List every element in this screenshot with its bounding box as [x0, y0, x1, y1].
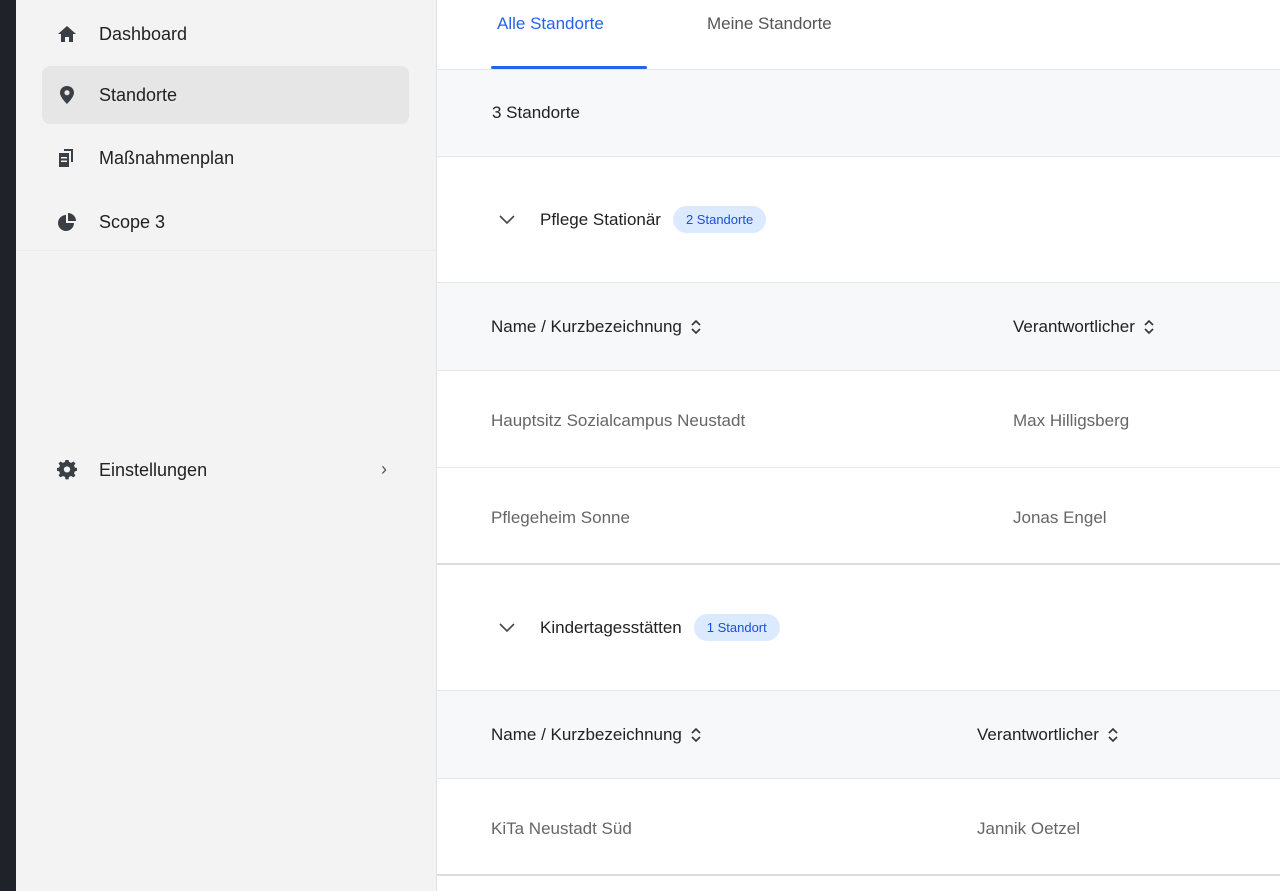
sort-icon[interactable] — [690, 319, 702, 335]
location-name: Hauptsitz Sozialcampus Neustadt — [491, 411, 746, 430]
sidebar: Dashboard Standorte Maßnahmenplan Scope … — [16, 0, 436, 891]
table-row[interactable]: Pflegeheim Sonne Jonas Engel — [437, 468, 1280, 565]
pie-chart-icon — [57, 212, 77, 232]
main-content: Alle Standorte Meine Standorte 3 Standor… — [436, 0, 1280, 891]
chevron-right-icon: › — [381, 459, 387, 479]
home-icon — [57, 24, 77, 44]
location-owner: Max Hilligsberg — [1013, 411, 1130, 430]
location-owner: Jonas Engel — [1013, 508, 1107, 527]
location-name: Pflegeheim Sonne — [491, 508, 630, 527]
sidebar-item-label: Dashboard — [99, 23, 188, 44]
column-header-name[interactable]: Name / Kurzbezeichnung — [491, 317, 702, 337]
chevron-down-icon[interactable] — [499, 214, 515, 225]
column-header-label: Verantwortlicher — [977, 725, 1099, 744]
map-pin-icon — [57, 85, 77, 105]
sidebar-item-standorte[interactable]: Standorte — [42, 66, 409, 124]
location-count: 3 Standorte — [437, 70, 1280, 157]
sidebar-item-einstellungen[interactable]: Einstellungen › — [42, 441, 409, 499]
sort-icon[interactable] — [1143, 319, 1155, 335]
group-count-badge: 1 Standort — [693, 614, 780, 641]
group-count-badge: 2 Standorte — [672, 206, 767, 233]
location-count-label: 3 Standorte — [492, 103, 580, 122]
documents-icon — [57, 148, 77, 168]
chevron-down-icon[interactable] — [499, 622, 515, 633]
sidebar-item-scope-3[interactable]: Scope 3 — [42, 193, 409, 251]
column-header-label: Verantwortlicher — [1013, 317, 1135, 336]
table-row[interactable]: Hauptsitz Sozialcampus Neustadt Max Hill… — [437, 371, 1280, 468]
sort-icon[interactable] — [690, 727, 702, 743]
gear-icon — [57, 460, 77, 480]
sidebar-item-label: Scope 3 — [99, 211, 166, 232]
column-header-label: Name / Kurzbezeichnung — [491, 725, 682, 744]
tab-meine-standorte[interactable]: Meine Standorte — [707, 14, 832, 34]
sidebar-item-label: Maßnahmenplan — [99, 147, 235, 168]
location-name: KiTa Neustadt Süd — [491, 819, 632, 838]
group-title: Pflege Stationär — [540, 209, 661, 229]
table-header: Name / Kurzbezeichnung Verantwortlicher — [437, 691, 1280, 779]
table-row[interactable]: KiTa Neustadt Süd Jannik Oetzel — [437, 779, 1280, 876]
sidebar-item-massnahmenplan[interactable]: Maßnahmenplan — [42, 129, 409, 187]
sidebar-item-label: Standorte — [99, 84, 178, 105]
column-header-owner[interactable]: Verantwortlicher — [1013, 317, 1155, 337]
tab-bar: Alle Standorte Meine Standorte — [437, 0, 1280, 70]
table-header: Name / Kurzbezeichnung Verantwortlicher — [437, 283, 1280, 371]
column-header-name[interactable]: Name / Kurzbezeichnung — [491, 725, 702, 745]
active-tab-indicator — [491, 66, 647, 69]
sidebar-divider — [16, 250, 436, 251]
group-header-kindertagesstaetten[interactable]: Kindertagesstätten 1 Standort — [437, 565, 1280, 691]
location-owner: Jannik Oetzel — [977, 819, 1080, 838]
group-title: Kindertagesstätten — [540, 617, 682, 637]
group-header-pflege-stationaer[interactable]: Pflege Stationär 2 Standorte — [437, 157, 1280, 283]
column-header-label: Name / Kurzbezeichnung — [491, 317, 682, 336]
tab-alle-standorte[interactable]: Alle Standorte — [497, 14, 604, 34]
sidebar-item-label: Einstellungen — [99, 459, 208, 480]
sort-icon[interactable] — [1107, 727, 1119, 743]
column-header-owner[interactable]: Verantwortlicher — [977, 725, 1119, 745]
sidebar-item-dashboard[interactable]: Dashboard — [42, 5, 409, 63]
